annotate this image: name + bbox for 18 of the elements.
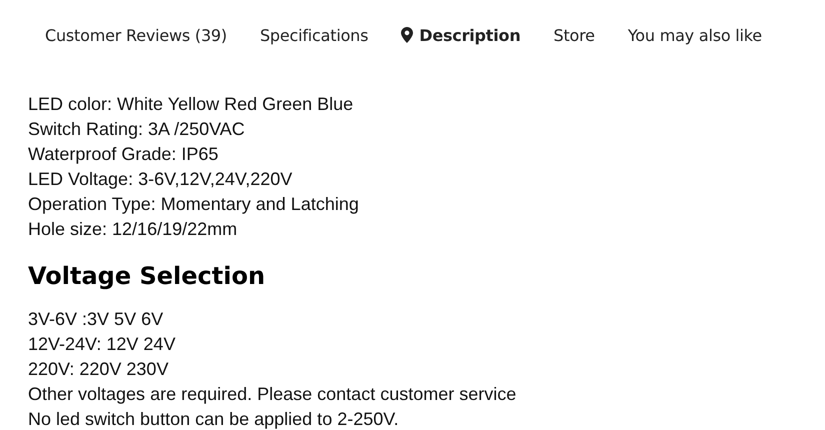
spec-line: Hole size: 12/16/19/22mm: [28, 218, 238, 241]
tab[interactable]: Customer Reviews (39): [45, 26, 227, 44]
tab[interactable]: Specifications: [260, 26, 368, 44]
spec-line: Waterproof Grade: IP65: [28, 143, 220, 166]
section-heading: Voltage Selection: [28, 261, 266, 291]
voltage-line: 220V: 220V 230V: [28, 358, 170, 381]
voltage-line: 3V-6V :3V 5V 6V: [28, 308, 164, 331]
map-pin-icon: [401, 27, 414, 43]
spec-line: LED Voltage: 3-6V,12V,24V,220V: [28, 168, 294, 191]
tab[interactable]: You may also like: [628, 26, 762, 44]
tab[interactable]: Description: [401, 26, 521, 44]
tab[interactable]: Store: [554, 26, 595, 44]
spec-line: Operation Type: Momentary and Latching: [28, 193, 360, 216]
spec-line: Switch Rating: 3A /250VAC: [28, 118, 246, 141]
voltage-line: 12V-24V: 12V 24V: [28, 333, 176, 356]
spec-line: LED color: White Yellow Red Green Blue: [28, 93, 354, 116]
voltage-line: Other voltages are required. Please contact customer service: [28, 383, 518, 406]
voltage-line: No led switch button can be applied to 2-250V.: [28, 408, 400, 430]
